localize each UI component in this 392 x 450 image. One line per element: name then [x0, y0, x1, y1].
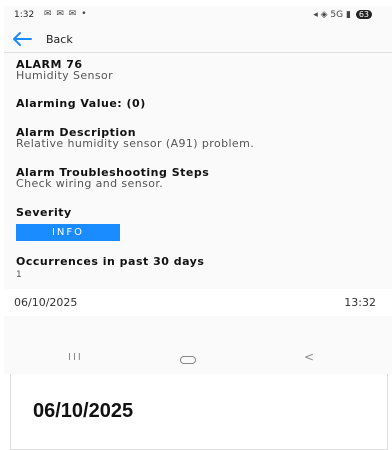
- timestamp-time: 13:32: [344, 296, 376, 309]
- app-bar: Back: [4, 26, 392, 52]
- nav-back-icon[interactable]: <: [304, 350, 314, 364]
- notification-icons: ✉ ✉ ✉ •: [44, 9, 88, 19]
- severity-label: Severity: [16, 206, 72, 219]
- back-arrow-icon: [13, 32, 32, 46]
- alarm-sensor: Humidity Sensor: [16, 69, 114, 82]
- system-nav-bar: III <: [4, 342, 392, 374]
- back-button[interactable]: Back: [12, 28, 73, 50]
- caption-date: 06/10/2025: [33, 400, 134, 422]
- back-label: Back: [46, 32, 73, 46]
- alarming-value: Alarming Value: (0): [16, 97, 146, 110]
- caption-area: 06/10/2025: [10, 374, 388, 450]
- recent-apps-icon[interactable]: III: [68, 352, 83, 363]
- app-bar-divider: [4, 52, 392, 53]
- timestamp-row: 06/10/2025 13:32: [4, 289, 392, 316]
- severity-badge: INFO: [16, 224, 120, 241]
- mute-icon: ◂: [313, 10, 318, 20]
- home-icon[interactable]: [180, 356, 196, 364]
- timestamp-date: 06/10/2025: [14, 296, 78, 309]
- occurrences-count: 1: [16, 270, 23, 280]
- description-text: Relative humidity sensor (A91) problem.: [16, 137, 255, 150]
- phone-screen: 1:32 ✉ ✉ ✉ • ◂ ◈ 5G ▮ 63 Back ALARM 76 H…: [4, 6, 392, 374]
- signal-icon: ▮: [345, 10, 351, 20]
- battery-icon: 63: [355, 10, 372, 19]
- troubleshooting-text: Check wiring and sensor.: [16, 177, 164, 190]
- status-bar: 1:32 ✉ ✉ ✉ • ◂ ◈ 5G ▮ 63: [4, 6, 392, 26]
- status-time: 1:32: [14, 10, 35, 20]
- status-indicators: ◂ ◈ 5G ▮ 63: [313, 10, 372, 20]
- network-label: 5G: [330, 10, 344, 20]
- occurrences-label: Occurrences in past 30 days: [16, 255, 205, 268]
- wifi-icon: ◈: [320, 10, 328, 20]
